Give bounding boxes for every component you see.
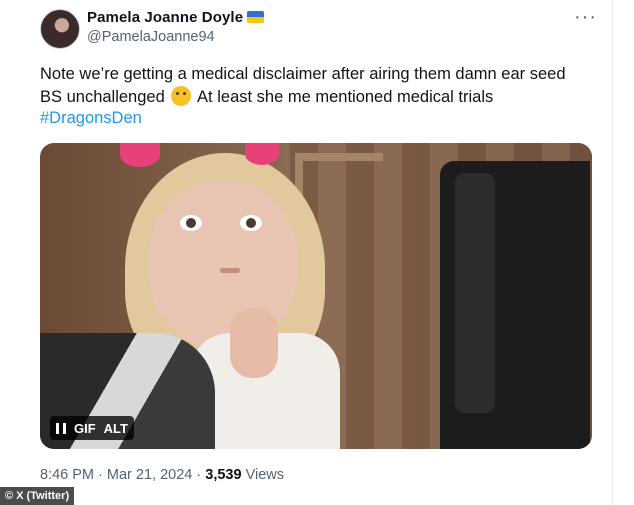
gif-media[interactable]: GIF ALT	[40, 143, 592, 449]
views-label: Views	[245, 467, 285, 483]
user-handle[interactable]: @PamelaJoanne94	[87, 29, 215, 45]
tweet-card: Pamela Joanne Doyle @PamelaJoanne94 ··· …	[0, 0, 613, 505]
display-name[interactable]: Pamela Joanne Doyle	[87, 9, 265, 26]
eye-left	[180, 215, 202, 231]
ukraine-flag-icon	[247, 11, 265, 23]
hand	[230, 308, 278, 378]
avatar[interactable]	[40, 9, 80, 49]
tweet-text-line2a: BS unchallenged	[40, 88, 165, 106]
tweet-text-line1: Note we’re getting a medical disclaimer …	[40, 65, 566, 83]
image-credit: © X (Twitter)	[0, 487, 75, 505]
gif-badge: GIF	[74, 420, 96, 436]
eye-right	[240, 215, 262, 231]
thinking-face-icon	[171, 86, 192, 106]
pink-bow-right	[245, 143, 279, 165]
meta-separator: ·	[98, 467, 103, 483]
meta-separator: ·	[196, 467, 202, 483]
tweet-meta: 8:46 PM · Mar 21, 2024 · 3,539 Views	[40, 467, 284, 483]
alt-badge[interactable]: ALT	[104, 421, 128, 436]
tweet-date[interactable]: Mar 21, 2024	[107, 467, 192, 483]
gif-controls: GIF ALT	[50, 416, 134, 440]
tweet-time[interactable]: 8:46 PM	[40, 467, 94, 483]
mouth	[220, 268, 240, 273]
pause-icon[interactable]	[56, 422, 66, 434]
hashtag-link[interactable]: #DragonsDen	[40, 109, 142, 128]
views-count: 3,539	[205, 467, 242, 483]
tweet-text-line2b: At least she me mentioned medical trials	[197, 88, 494, 106]
more-options-icon[interactable]: ···	[574, 6, 597, 29]
leather-chair-highlight	[455, 173, 495, 413]
display-name-text: Pamela Joanne Doyle	[87, 9, 244, 26]
tweet-text: Note we’re getting a medical disclaimer …	[40, 63, 600, 109]
pink-bow-left	[120, 143, 160, 167]
